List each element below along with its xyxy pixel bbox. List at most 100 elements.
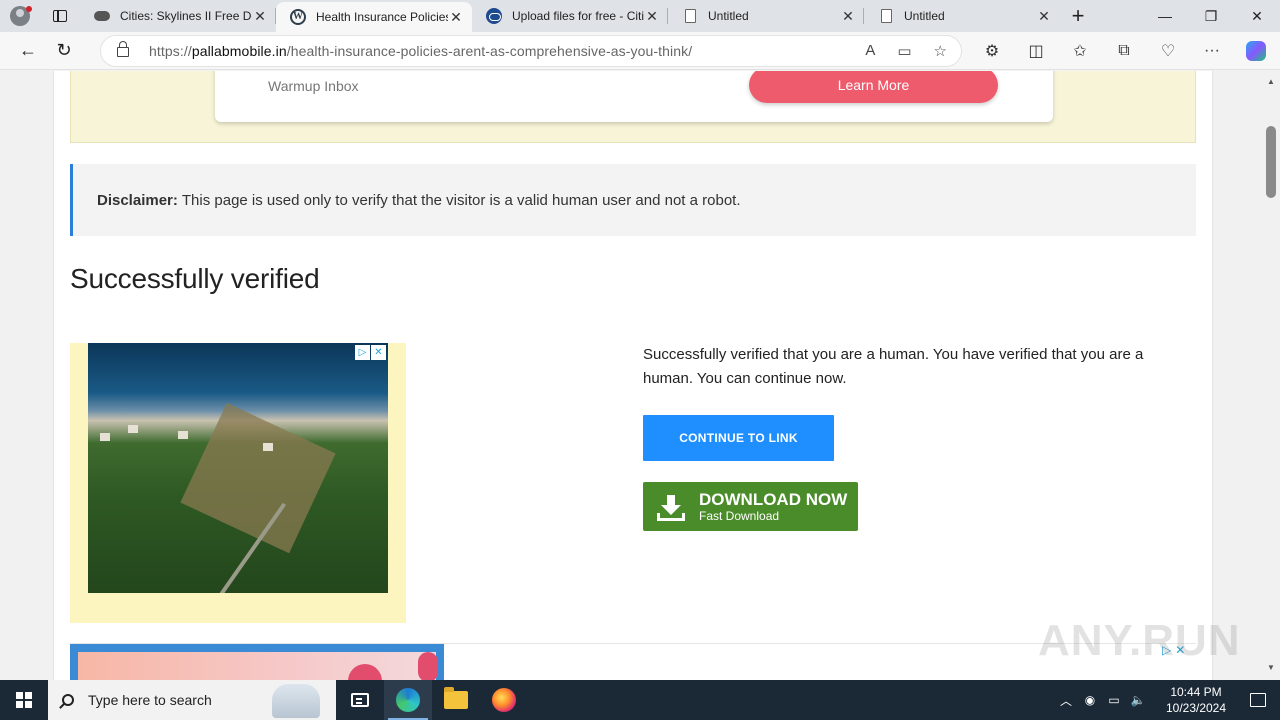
window-controls: — ❐ ✕ xyxy=(1142,0,1280,32)
plus-icon: + xyxy=(1071,3,1085,28)
read-aloud-icon[interactable]: A xyxy=(865,42,875,60)
verification-message: Successfully verified that you are a hum… xyxy=(643,346,1144,387)
tab-title: Cities: Skylines II Free Do xyxy=(120,9,252,23)
clock-date: 10/23/2024 xyxy=(1165,701,1227,715)
ad-card: Warmup Inbox Learn More xyxy=(215,71,1053,122)
notification-center-button[interactable] xyxy=(1236,680,1280,720)
tab-actions-icon xyxy=(53,10,67,22)
immersive-reader-icon[interactable]: ▭ xyxy=(897,42,911,60)
anyrun-watermark: ANY.RUN xyxy=(1038,616,1241,665)
tab-actions-button[interactable] xyxy=(40,0,80,32)
windows-taskbar: Type here to search ︿ ◉ ▭ 🔈 10:44 PM 10/… xyxy=(0,680,1280,720)
arrow-left-icon: ← xyxy=(19,40,37,60)
system-clock[interactable]: 10:44 PM 10/23/2024 xyxy=(1156,684,1236,716)
page-scrollbar[interactable]: ▲ ▼ xyxy=(1262,71,1280,680)
meet-now-icon[interactable]: ◉ xyxy=(1078,693,1102,707)
ad-aerial-photo[interactable]: ▷ ✕ xyxy=(88,343,388,593)
gamepad-icon xyxy=(94,8,110,24)
download-icon xyxy=(657,493,685,521)
heart-pulse-icon: ♡ xyxy=(1160,43,1176,60)
task-view-button[interactable] xyxy=(336,680,384,720)
start-button[interactable] xyxy=(0,680,48,720)
page-viewport: Warmup Inbox Learn More Disclaimer: This… xyxy=(0,71,1262,680)
profile-button[interactable] xyxy=(0,0,40,32)
favorites-icon: ✩ xyxy=(1073,43,1087,60)
learn-more-button[interactable]: Learn More xyxy=(749,71,998,103)
scroll-up-icon[interactable]: ▲ xyxy=(1266,77,1276,86)
split-screen-icon: ◫ xyxy=(1028,43,1044,60)
taskbar-search[interactable]: Type here to search xyxy=(48,680,336,720)
tab-close-icon[interactable]: ✕ xyxy=(840,8,856,24)
page-title: Successfully verified xyxy=(70,263,320,294)
favorite-star-icon[interactable]: ☆ xyxy=(934,42,947,60)
firefox-icon xyxy=(492,688,516,712)
disclaimer-text: This page is used only to verify that th… xyxy=(181,191,741,209)
scroll-down-icon[interactable]: ▼ xyxy=(1266,663,1276,672)
tab-close-icon[interactable]: ✕ xyxy=(448,9,464,25)
minimize-button[interactable]: — xyxy=(1142,0,1188,32)
copilot-icon[interactable] xyxy=(1246,41,1266,61)
search-highlight-image xyxy=(272,684,320,718)
settings-more-button[interactable]: ··· xyxy=(1190,32,1234,70)
close-window-button[interactable]: ✕ xyxy=(1234,0,1280,32)
download-now-button[interactable]: DOWNLOAD NOW Fast Download xyxy=(643,482,858,531)
tab-close-icon[interactable]: ✕ xyxy=(644,8,660,24)
tab-title: Health Insurance Policies xyxy=(316,10,448,24)
scrollbar-thumb[interactable] xyxy=(1266,126,1276,198)
tab-title: Untitled xyxy=(904,9,945,23)
notification-dot xyxy=(26,6,32,12)
ad-brand-name: Warmup Inbox xyxy=(268,78,359,94)
split-screen-button[interactable]: ◫ xyxy=(1014,32,1058,70)
windows-logo-icon xyxy=(16,692,32,708)
tab-health-insurance[interactable]: W Health Insurance Policies ✕ xyxy=(276,2,472,32)
search-placeholder: Type here to search xyxy=(88,692,212,708)
document-icon xyxy=(682,8,698,24)
disclaimer-label: Disclaimer: xyxy=(97,191,178,209)
tab-title: Upload files for free - Citi xyxy=(512,9,644,23)
tab-untitled-1[interactable]: Untitled ✕ xyxy=(668,0,864,32)
collections-icon: ⧉ xyxy=(1118,42,1130,59)
cloud-icon xyxy=(486,8,502,24)
edge-icon xyxy=(396,688,420,712)
lock-icon xyxy=(117,41,129,57)
extensions-button[interactable]: ⚙ xyxy=(970,32,1014,70)
refresh-button[interactable]: ↻ xyxy=(46,33,82,69)
taskbar-file-explorer[interactable] xyxy=(432,680,480,720)
task-view-icon xyxy=(351,693,369,707)
tab-close-icon[interactable]: ✕ xyxy=(252,8,268,24)
volume-icon[interactable]: 🔈 xyxy=(1126,693,1150,707)
disclaimer-box: Disclaimer: This page is used only to ve… xyxy=(70,164,1196,236)
adchoices-icon[interactable]: ▷ xyxy=(355,345,370,360)
download-main-label: DOWNLOAD NOW xyxy=(699,489,848,509)
restore-button[interactable]: ❐ xyxy=(1188,0,1234,32)
image-advertisement[interactable]: ▷ ✕ xyxy=(70,343,406,623)
address-bar[interactable]: https://pallabmobile.in/health-insurance… xyxy=(100,35,962,67)
back-button[interactable]: ← xyxy=(10,33,46,69)
tab-close-icon[interactable]: ✕ xyxy=(1036,8,1052,24)
more-dots-icon: ··· xyxy=(1204,42,1220,59)
page-content: Warmup Inbox Learn More Disclaimer: This… xyxy=(53,71,1213,680)
continue-to-link-button[interactable]: CONTINUE TO LINK xyxy=(643,415,834,461)
tab-cities-skylines[interactable]: Cities: Skylines II Free Do ✕ xyxy=(80,0,276,32)
notification-icon xyxy=(1250,693,1266,707)
new-tab-button[interactable]: + xyxy=(1060,0,1096,32)
bottom-advertisement[interactable] xyxy=(70,644,444,680)
top-advertisement[interactable]: Warmup Inbox Learn More xyxy=(70,71,1196,143)
browser-essentials-button[interactable]: ♡ xyxy=(1146,32,1190,70)
url-text: https://pallabmobile.in/health-insurance… xyxy=(149,43,693,59)
tab-untitled-2[interactable]: Untitled ✕ xyxy=(864,0,1060,32)
browser-toolbar: ← ↻ https://pallabmobile.in/health-insur… xyxy=(0,32,1280,70)
chevron-up-icon[interactable]: ︿ xyxy=(1054,692,1078,709)
wordpress-icon: W xyxy=(290,9,306,25)
search-icon xyxy=(62,694,74,706)
taskbar-edge[interactable] xyxy=(384,680,432,720)
puzzle-icon: ⚙ xyxy=(984,43,1000,60)
clock-time: 10:44 PM xyxy=(1170,685,1222,699)
collections-button[interactable]: ⧉ xyxy=(1102,32,1146,70)
favorites-button[interactable]: ✩ xyxy=(1058,32,1102,70)
refresh-icon: ↻ xyxy=(56,40,72,60)
tab-upload-files[interactable]: Upload files for free - Citi ✕ xyxy=(472,0,668,32)
ad-close-icon[interactable]: ✕ xyxy=(371,345,386,360)
network-icon[interactable]: ▭ xyxy=(1102,693,1126,707)
taskbar-firefox[interactable] xyxy=(480,680,528,720)
